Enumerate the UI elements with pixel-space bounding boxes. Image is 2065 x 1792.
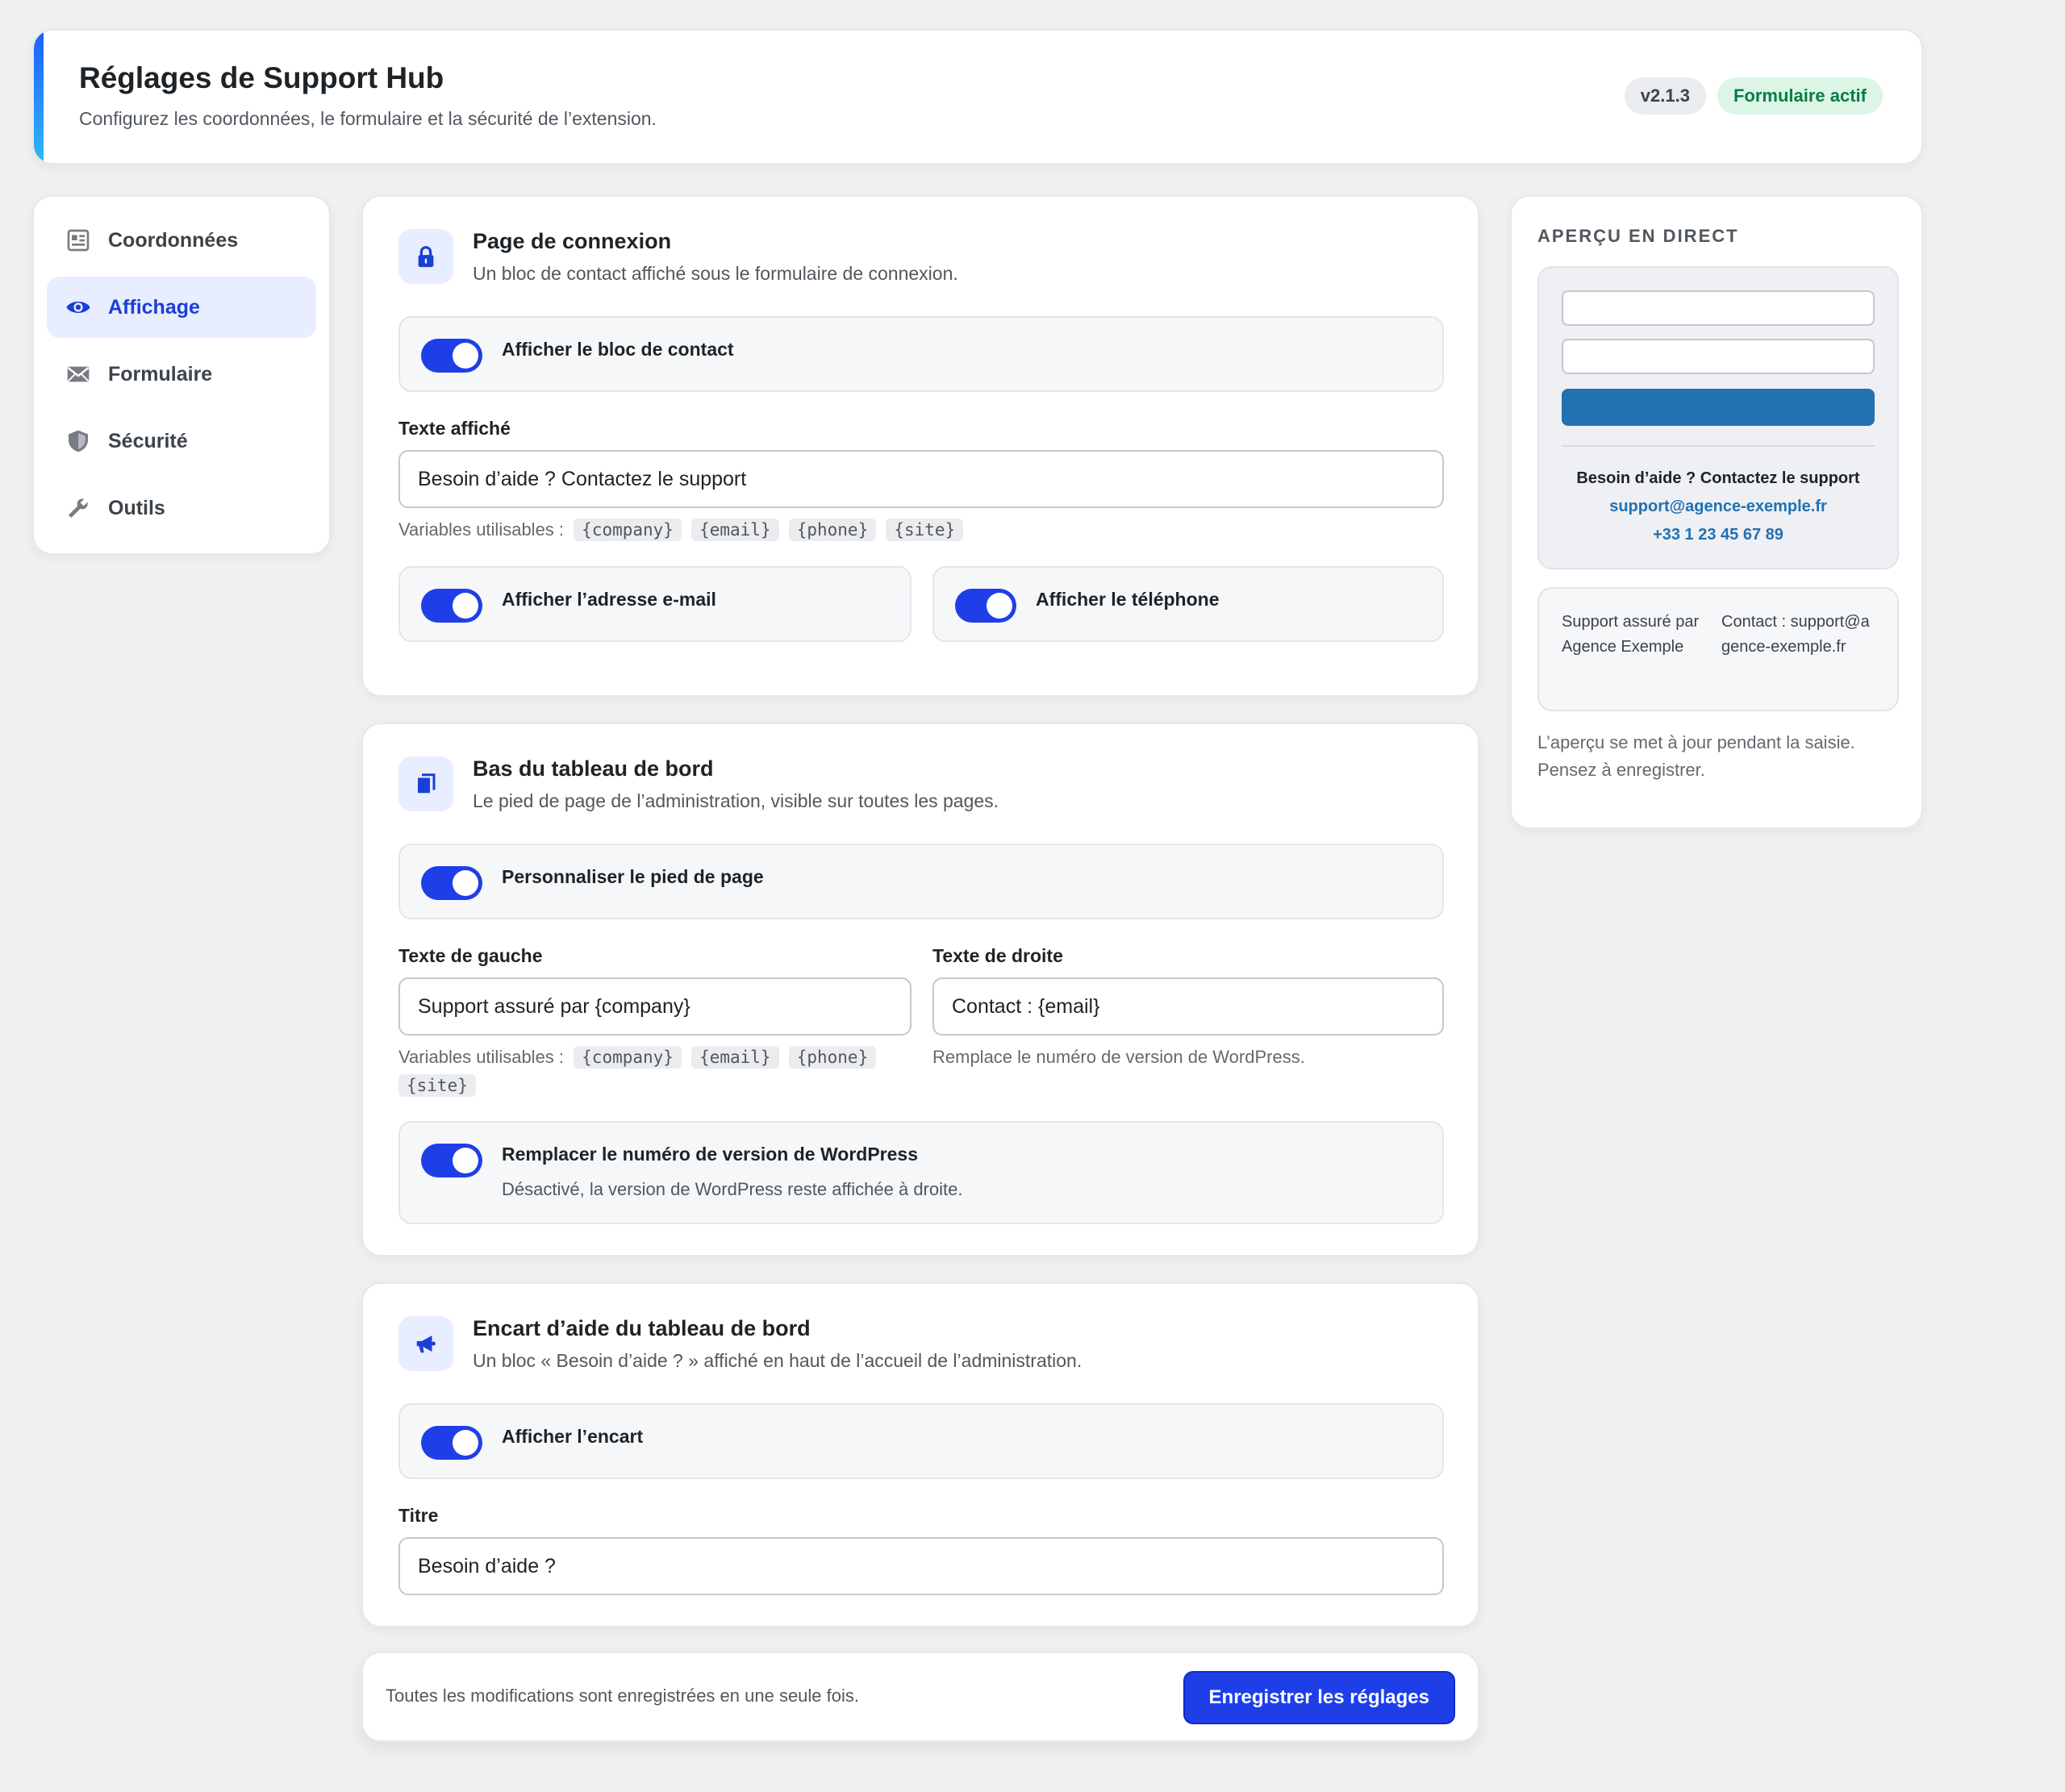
toggle-knob	[453, 1430, 478, 1456]
shield-icon	[65, 427, 92, 455]
login-page-section: Page de connexion Un bloc de contact aff…	[361, 195, 1479, 697]
header-accent-bar	[34, 31, 44, 163]
toggle-label: Afficher le bloc de contact	[502, 339, 734, 360]
displayed-text-input[interactable]	[398, 450, 1444, 508]
save-bar: Toutes les modifications sont enregistré…	[361, 1652, 1479, 1742]
custom-footer-toggle[interactable]	[421, 866, 482, 900]
megaphone-icon	[398, 1316, 453, 1371]
preview-contact-email: support@agence-exemple.fr	[1609, 498, 1827, 515]
replace-version-toggle[interactable]	[421, 1144, 482, 1177]
preview-footer-right: Contact : support@agence-exemple.fr	[1721, 613, 1870, 656]
right-text-input[interactable]	[932, 977, 1444, 1036]
sidebar-item-affichage[interactable]: Affichage	[47, 277, 316, 338]
footer-preview: Support assuré par Agence Exemple Contac…	[1537, 587, 1899, 711]
toggle-knob	[453, 593, 478, 619]
left-text-label: Texte de gauche	[398, 945, 543, 966]
sidebar-nav: Coordonnées Affichage Formulaire Sécurit…	[32, 195, 331, 555]
section-description: Le pied de page de l’administration, vis…	[473, 790, 999, 811]
phone-toggle-row: Afficher le téléphone	[932, 566, 1444, 642]
variable-site: {site}	[886, 519, 964, 541]
dashboard-footer-section: Bas du tableau de bord Le pied de page d…	[361, 723, 1479, 1256]
variables-help: Variables utilisables : {company} {email…	[398, 1044, 912, 1100]
toggle-label: Afficher le téléphone	[1036, 589, 1220, 610]
variable-phone: {phone}	[788, 1046, 877, 1069]
toggle-description: Désactivé, la version de WordPress reste…	[502, 1179, 963, 1199]
sidebar-item-coordonnees[interactable]: Coordonnées	[47, 210, 316, 271]
sidebar-item-label: Sécurité	[108, 429, 188, 452]
sidebar-item-securite[interactable]: Sécurité	[47, 410, 316, 472]
page-header: Réglages de Support Hub Configurez les c…	[32, 29, 1923, 165]
mock-divider	[1562, 445, 1875, 447]
right-text-label: Texte de droite	[932, 945, 1063, 966]
section-description: Un bloc « Besoin d’aide ? » affiché en h…	[473, 1350, 1083, 1371]
variable-email: {email}	[691, 519, 779, 541]
mock-password-field	[1562, 339, 1875, 374]
show-widget-toggle-row: Afficher l’encart	[398, 1403, 1444, 1479]
header-badges: v2.1.3 Formulaire actif	[1624, 77, 1883, 115]
live-preview-panel: APERÇU EN DIRECT Besoin d’aide ? Contact…	[1510, 195, 1923, 829]
variable-site: {site}	[398, 1074, 476, 1097]
envelope-icon	[65, 360, 92, 388]
variables-label: Variables utilisables :	[398, 519, 565, 540]
toggle-knob	[453, 870, 478, 896]
contact-block-toggle[interactable]	[421, 339, 482, 373]
toggle-knob	[453, 1148, 478, 1173]
variables-help: Variables utilisables : {company} {email…	[398, 516, 1444, 544]
replace-version-toggle-row: Remplacer le numéro de version de WordPr…	[398, 1121, 1444, 1224]
dashboard-help-section: Encart d’aide du tableau de bord Un bloc…	[361, 1282, 1479, 1627]
phone-toggle[interactable]	[955, 589, 1016, 623]
preview-heading: APERÇU EN DIRECT	[1537, 226, 1739, 246]
sidebar-item-label: Affichage	[108, 295, 200, 319]
toggle-knob	[987, 593, 1012, 619]
toggle-label: Afficher l’adresse e-mail	[502, 589, 716, 610]
version-badge: v2.1.3	[1624, 77, 1706, 115]
sidebar-item-formulaire[interactable]: Formulaire	[47, 344, 316, 405]
displayed-text-label: Texte affiché	[398, 418, 511, 439]
wrench-icon	[65, 494, 92, 522]
custom-footer-toggle-row: Personnaliser le pied de page	[398, 844, 1444, 919]
toggle-label: Afficher l’encart	[502, 1426, 644, 1447]
email-toggle-row: Afficher l’adresse e-mail	[398, 566, 912, 642]
variable-company: {company}	[574, 1046, 682, 1069]
section-title: Page de connexion	[473, 229, 672, 253]
mock-login-button	[1562, 389, 1875, 426]
variable-phone: {phone}	[788, 519, 877, 541]
widget-title-input[interactable]	[398, 1537, 1444, 1595]
status-badge: Formulaire actif	[1717, 77, 1883, 115]
sidebar-item-label: Formulaire	[108, 362, 213, 385]
page-title: Réglages de Support Hub	[79, 61, 444, 94]
login-preview: Besoin d’aide ? Contactez le support sup…	[1537, 266, 1899, 569]
copy-icon	[398, 756, 453, 811]
id-card-icon	[65, 227, 92, 254]
preview-footer-left: Support assuré par Agence Exemple	[1562, 613, 1700, 656]
sidebar-item-outils[interactable]: Outils	[47, 477, 316, 539]
left-text-input[interactable]	[398, 977, 912, 1036]
variable-email: {email}	[691, 1046, 779, 1069]
contact-block-toggle-row: Afficher le bloc de contact	[398, 316, 1444, 392]
preview-note: L’aperçu se met à jour pendant la saisie…	[1537, 732, 1855, 780]
lock-icon	[398, 229, 453, 284]
save-settings-button[interactable]: Enregistrer les réglages	[1183, 1671, 1455, 1724]
variables-label: Variables utilisables :	[398, 1047, 565, 1067]
show-widget-toggle[interactable]	[421, 1426, 482, 1460]
toggle-knob	[453, 343, 478, 369]
preview-contact-title: Besoin d’aide ? Contactez le support	[1576, 469, 1860, 487]
eye-icon	[65, 294, 92, 321]
right-text-help: Remplace le numéro de version de WordPre…	[932, 1047, 1305, 1067]
toggle-label: Personnaliser le pied de page	[502, 866, 764, 887]
toggle-label: Remplacer le numéro de version de WordPr…	[502, 1144, 918, 1165]
mock-username-field	[1562, 290, 1875, 326]
section-title: Encart d’aide du tableau de bord	[473, 1316, 811, 1340]
section-description: Un bloc de contact affiché sous le formu…	[473, 263, 958, 284]
widget-title-label: Titre	[398, 1505, 439, 1526]
sidebar-item-label: Coordonnées	[108, 228, 239, 252]
save-bar-text: Toutes les modifications sont enregistré…	[386, 1686, 859, 1706]
variable-company: {company}	[574, 519, 682, 541]
page-subtitle: Configurez les coordonnées, le formulair…	[79, 108, 657, 129]
preview-contact-phone: +33 1 23 45 67 89	[1653, 526, 1783, 544]
email-toggle[interactable]	[421, 589, 482, 623]
section-title: Bas du tableau de bord	[473, 756, 714, 781]
sidebar-item-label: Outils	[108, 496, 165, 519]
mock-contact-block: Besoin d’aide ? Contactez le support sup…	[1539, 465, 1897, 549]
